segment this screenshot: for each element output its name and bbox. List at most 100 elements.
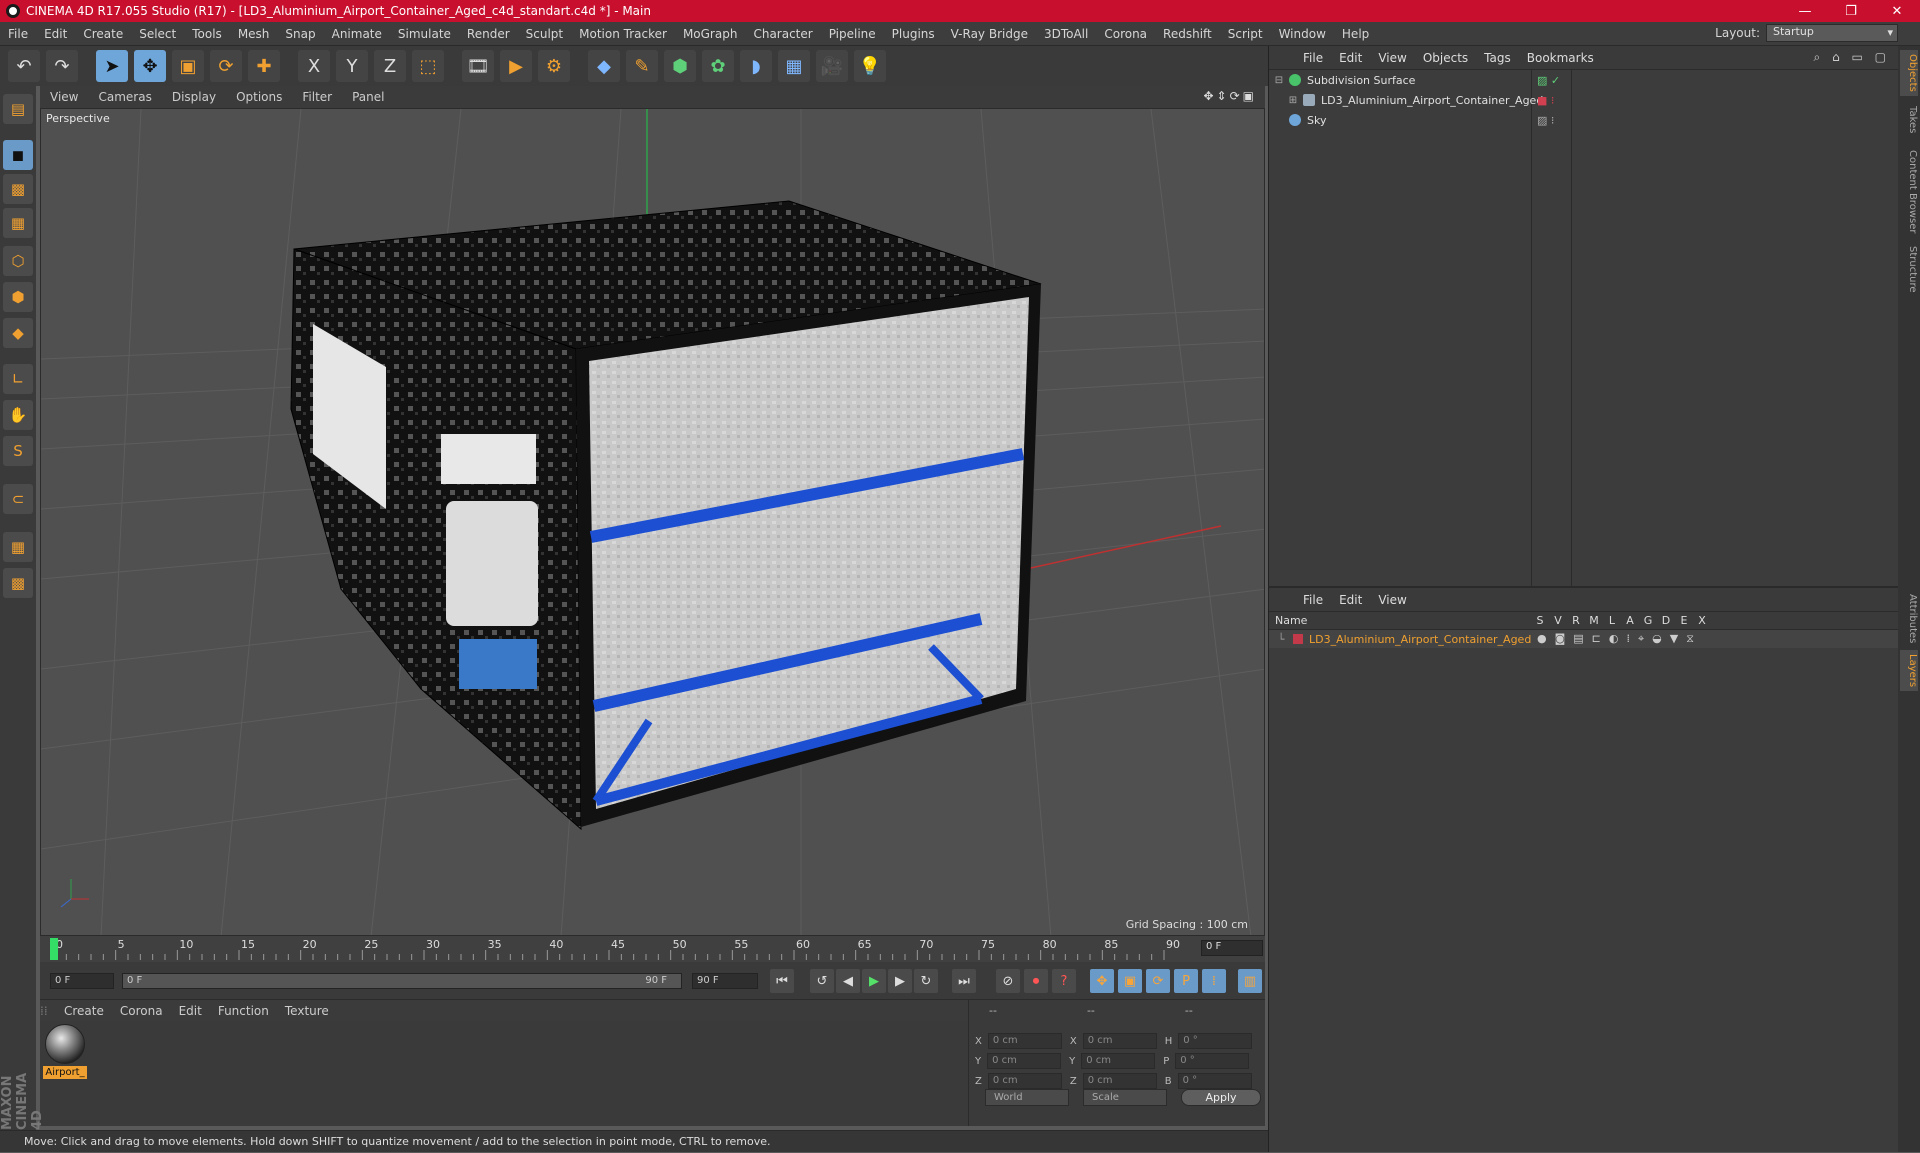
layer-row[interactable]: └ LD3_Aluminium_Airport_Container_Aged ●… (1269, 630, 1899, 648)
viewport-menu-options[interactable]: Options (226, 90, 292, 104)
viewport-menu-cameras[interactable]: Cameras (88, 90, 161, 104)
menu-mograph[interactable]: MoGraph (675, 27, 746, 41)
material-menu-corona[interactable]: Corona (112, 1004, 171, 1018)
om-menu-bookmarks[interactable]: Bookmarks (1519, 51, 1602, 65)
axis-mode-icon[interactable]: ∟ (3, 364, 33, 394)
magnet-icon[interactable]: ⊂ (3, 484, 33, 514)
next-frame-icon[interactable]: ▶ (888, 969, 912, 993)
key-parameter-icon[interactable]: P (1174, 969, 1198, 993)
tab-structure[interactable]: Structure (1900, 242, 1918, 297)
position-x-field[interactable]: 0 cm (987, 1033, 1062, 1049)
menu-tools[interactable]: Tools (184, 27, 230, 41)
timeline-window-icon[interactable]: ▥ (1238, 969, 1262, 993)
move-icon[interactable]: ✥ (134, 50, 166, 82)
om-menu-file[interactable]: File (1295, 51, 1331, 65)
y-axis-icon[interactable]: Y (336, 50, 368, 82)
end-frame-field[interactable]: 90 F (692, 973, 758, 989)
object-name[interactable]: Sky (1307, 114, 1326, 127)
subdivision-icon[interactable]: ⬢ (664, 50, 696, 82)
rotation-b-field[interactable]: 0 ° (1177, 1073, 1252, 1089)
close-button[interactable]: ✕ (1874, 4, 1920, 19)
go-to-end-icon[interactable]: ⏭ (952, 969, 976, 993)
camera-icon[interactable]: 🎥 (816, 50, 848, 82)
menu-redshift[interactable]: Redshift (1155, 27, 1220, 41)
redo-icon[interactable]: ↷ (46, 50, 78, 82)
tab-content-browser[interactable]: Content Browser (1900, 146, 1918, 237)
autokey-icon[interactable]: ? (1052, 969, 1076, 993)
minimize-button[interactable]: — (1782, 4, 1828, 19)
frame-range-slider[interactable]: 0 F 90 F (122, 973, 682, 989)
size-x-field[interactable]: 0 cm (1082, 1033, 1157, 1049)
key-position-icon[interactable]: ✥ (1090, 969, 1114, 993)
key-rotation-icon[interactable]: ⟳ (1146, 969, 1170, 993)
layout-dropdown[interactable]: Startup (1766, 24, 1898, 42)
model-mode-icon[interactable]: ◼ (3, 140, 33, 170)
menu-motion-tracker[interactable]: Motion Tracker (571, 27, 675, 41)
select-arrow-icon[interactable]: ➤ (96, 50, 128, 82)
lm-menu-edit[interactable]: Edit (1331, 593, 1370, 607)
tweak-mode-icon[interactable]: ✋ (3, 400, 33, 430)
render-picture-viewer-icon[interactable]: ▶ (500, 50, 532, 82)
layer-name[interactable]: LD3_Aluminium_Airport_Container_Aged (1309, 633, 1537, 646)
tab-attributes[interactable]: Attributes (1900, 590, 1918, 647)
tab-objects[interactable]: Objects (1900, 50, 1918, 96)
object-name[interactable]: LD3_Aluminium_Airport_Container_Aged (1321, 94, 1543, 107)
apply-button[interactable]: Apply (1181, 1089, 1261, 1106)
texture-mode-icon[interactable]: ▩ (3, 174, 33, 204)
om-menu-edit[interactable]: Edit (1331, 51, 1370, 65)
key-pla-icon[interactable]: ⁞ (1202, 969, 1226, 993)
menu-vray-bridge[interactable]: V-Ray Bridge (943, 27, 1036, 41)
menu-plugins[interactable]: Plugins (884, 27, 943, 41)
material-menu-function[interactable]: Function (210, 1004, 277, 1018)
menu-help[interactable]: Help (1334, 27, 1377, 41)
menu-file[interactable]: File (0, 27, 36, 41)
rotate-icon[interactable]: ⟳ (210, 50, 242, 82)
viewport-menu-filter[interactable]: Filter (292, 90, 342, 104)
menu-pipeline[interactable]: Pipeline (821, 27, 884, 41)
visibility-dots-icon[interactable]: ▨ ⁝ (1537, 114, 1554, 127)
render-settings-icon[interactable]: ⚙ (538, 50, 570, 82)
viewport-menu-view[interactable]: View (40, 90, 88, 104)
position-y-field[interactable]: 0 cm (987, 1053, 1062, 1069)
timeline-ruler[interactable]: 0 5 10 15 20 25 30 35 40 45 50 55 60 65 70 75 80 85 90 0 F (40, 936, 1265, 962)
current-frame-field[interactable]: 0 F (1201, 940, 1263, 956)
material-menu-edit[interactable]: Edit (171, 1004, 210, 1018)
menu-simulate[interactable]: Simulate (390, 27, 459, 41)
previous-frame-icon[interactable]: ◀ (836, 969, 860, 993)
menu-character[interactable]: Character (745, 27, 820, 41)
cube-icon[interactable]: ◆ (588, 50, 620, 82)
menu-mesh[interactable]: Mesh (230, 27, 278, 41)
perspective-viewport[interactable]: Perspective Grid Spacing : 100 cm (40, 108, 1265, 936)
menu-render[interactable]: Render (459, 27, 518, 41)
add-icon[interactable]: ✚ (248, 50, 280, 82)
size-mode-dropdown[interactable]: Scale (1083, 1089, 1167, 1106)
next-key-icon[interactable]: ↻ (914, 969, 938, 993)
menu-snap[interactable]: Snap (277, 27, 323, 41)
start-frame-field[interactable]: 0 F (50, 973, 114, 989)
points-mode-icon[interactable]: ⬡ (3, 246, 33, 276)
z-axis-icon[interactable]: Z (374, 50, 406, 82)
om-menu-tags[interactable]: Tags (1476, 51, 1519, 65)
layer-color-tag-icon[interactable]: ■ ⁝ (1537, 94, 1554, 107)
menu-create[interactable]: Create (75, 27, 131, 41)
workplane-mode-icon[interactable]: ▦ (3, 208, 33, 238)
deformer-icon[interactable]: ◗ (740, 50, 772, 82)
position-z-field[interactable]: 0 cm (987, 1073, 1062, 1089)
tab-takes[interactable]: Takes (1900, 102, 1918, 137)
cloner-icon[interactable]: ✿ (702, 50, 734, 82)
polygons-mode-icon[interactable]: ◆ (3, 318, 33, 348)
light-icon[interactable]: 💡 (854, 50, 886, 82)
object-name[interactable]: Subdivision Surface (1307, 74, 1415, 87)
menu-corona[interactable]: Corona (1096, 27, 1155, 41)
expand-icon[interactable]: ⊞ (1283, 95, 1303, 106)
om-search-icon[interactable]: ⌕ ⌂ ▭ ▢ (1814, 50, 1890, 65)
object-row-sky[interactable]: Sky ▨ ⁝ (1269, 110, 1899, 130)
play-icon[interactable]: ▶ (862, 969, 886, 993)
menu-script[interactable]: Script (1220, 27, 1271, 41)
rotation-h-field[interactable]: 0 ° (1178, 1033, 1253, 1049)
layer-toggle-icons[interactable]: ●◙▤⊏◐⁞⌖◒▼⧖ (1537, 632, 1702, 646)
material-swatch[interactable]: Airport_ (43, 1024, 87, 1080)
rotation-p-field[interactable]: 0 ° (1175, 1053, 1250, 1069)
om-menu-objects[interactable]: Objects (1415, 51, 1476, 65)
viewport-menu-display[interactable]: Display (162, 90, 226, 104)
